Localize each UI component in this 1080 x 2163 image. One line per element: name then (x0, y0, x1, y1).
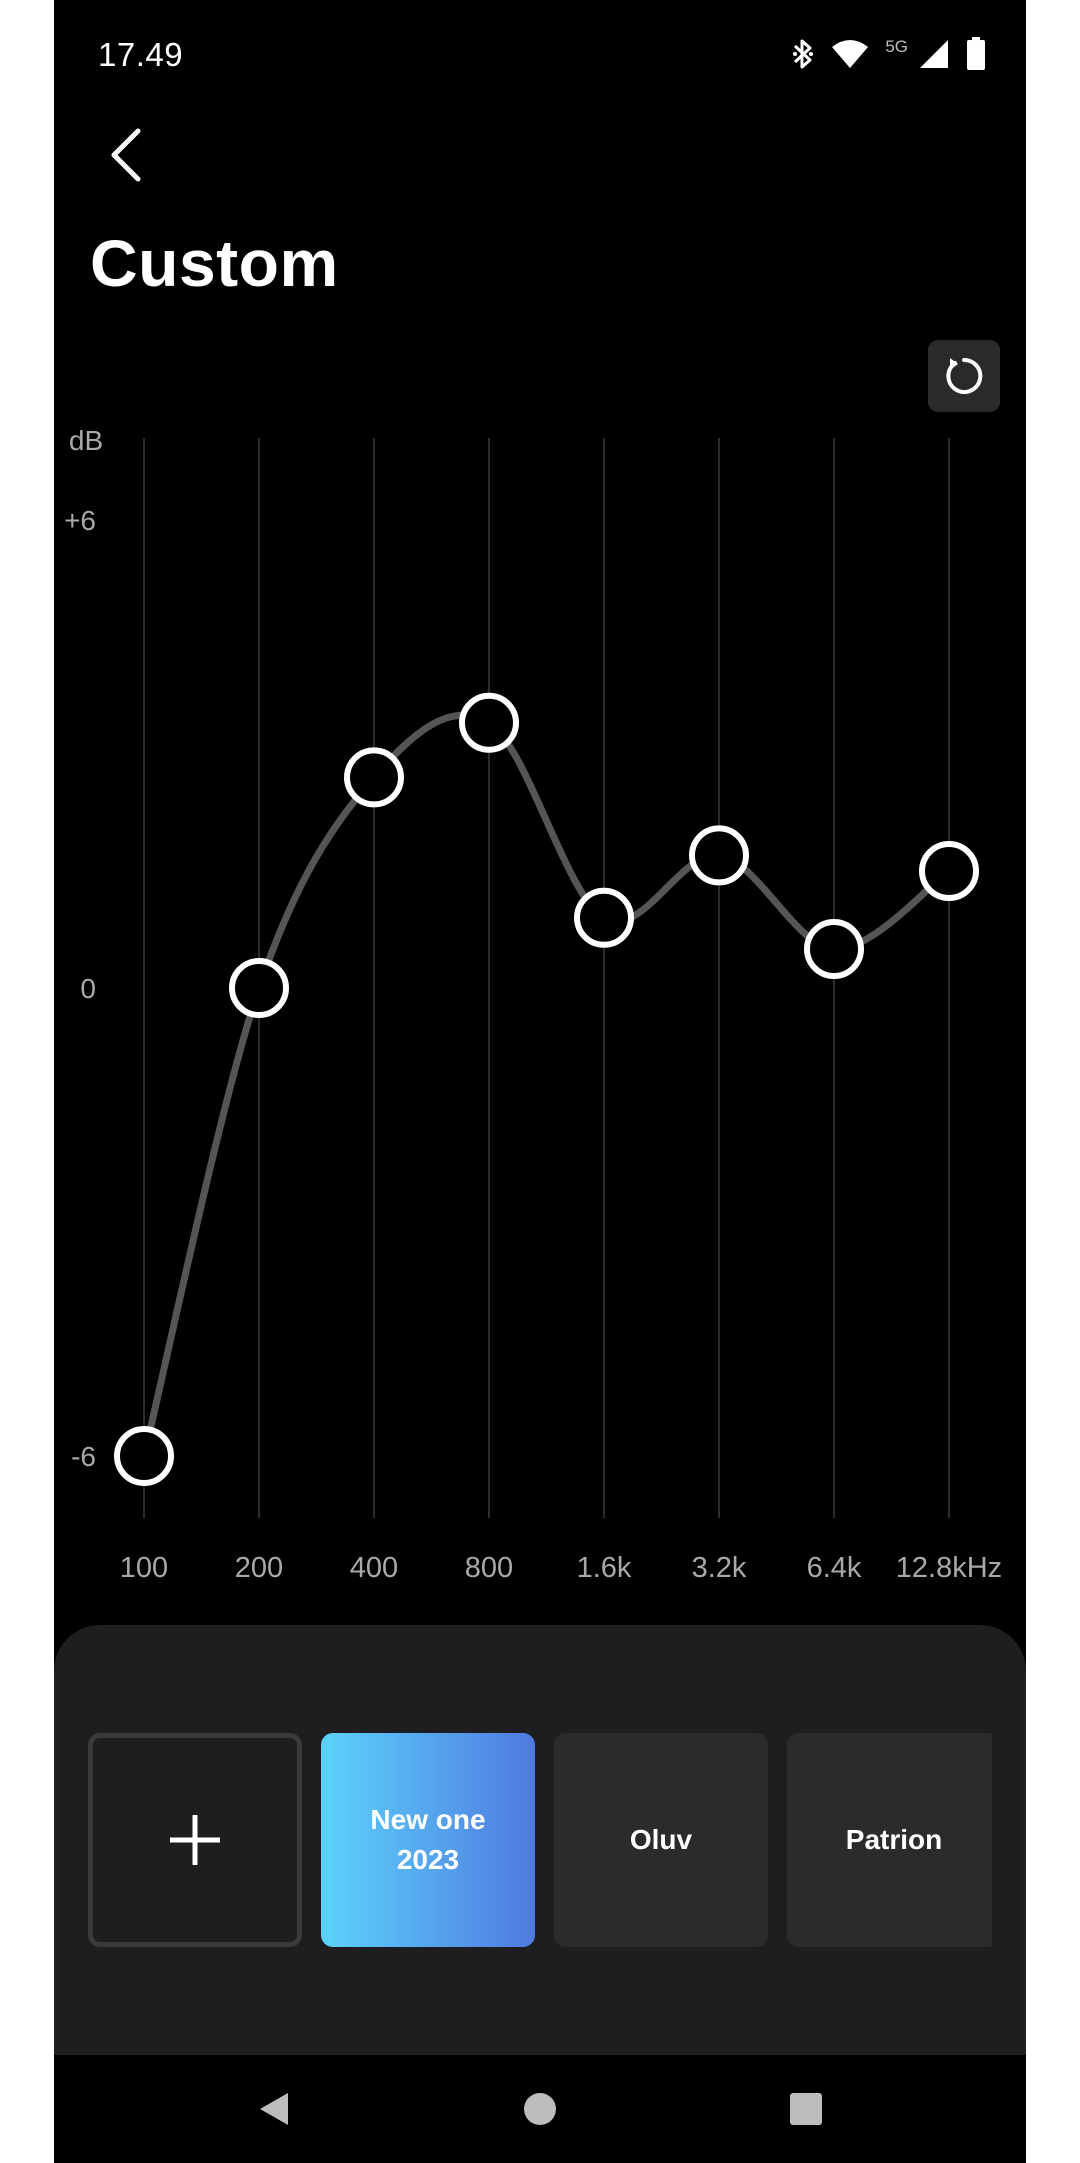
recents-square-icon (790, 2093, 822, 2125)
network-type-label: 5G (885, 37, 908, 56)
eq-band-handle[interactable] (919, 841, 979, 901)
nav-recents-button[interactable] (778, 2081, 834, 2137)
wifi-icon (831, 39, 869, 74)
y-tick-label: +6 (64, 505, 96, 536)
y-tick-label: 0 (80, 973, 96, 1004)
eq-band-handle[interactable] (114, 1426, 174, 1486)
chevron-left-icon (111, 128, 141, 182)
eq-band-handle[interactable] (459, 692, 519, 753)
plus-icon (170, 1815, 220, 1865)
reset-button[interactable] (928, 340, 1000, 412)
eq-band-handle[interactable] (689, 825, 749, 886)
phone-screen: 17.49 5G Custom dB +6 0 -6 100 200 400 8… (54, 0, 1026, 2163)
system-nav-bar (54, 2055, 1026, 2163)
y-tick-label: -6 (71, 1441, 96, 1472)
preset-panel: New one 2023 Oluv Patrion (54, 1625, 1026, 2055)
status-time: 17.49 (98, 36, 184, 73)
signal-icon (918, 38, 950, 75)
eq-band-handle[interactable] (804, 919, 864, 979)
back-triangle-icon (260, 2093, 288, 2125)
refresh-icon (946, 357, 983, 394)
preset-tile[interactable]: New one 2023 (321, 1733, 535, 1947)
nav-home-button[interactable] (512, 2081, 568, 2137)
x-tick-label: 3.2k (692, 1552, 747, 1584)
status-icons: 5G (791, 34, 986, 78)
x-tick-label: 800 (465, 1552, 513, 1584)
status-bar: 17.49 5G (54, 0, 1026, 110)
nav-back-button[interactable] (246, 2081, 302, 2137)
eq-curve (140, 711, 953, 1460)
x-tick-label: 200 (235, 1552, 283, 1584)
bluetooth-icon (791, 37, 815, 76)
x-tick-label: 100 (120, 1552, 168, 1584)
preset-tile[interactable]: Patrion (787, 1733, 992, 1947)
equalizer-chart[interactable]: dB +6 0 -6 100 200 400 800 1.6k 3.2k 6.4k 12.8kHz (54, 420, 1026, 1600)
y-axis-label: dB (69, 425, 103, 456)
preset-tile[interactable]: Oluv (554, 1733, 768, 1947)
back-button[interactable] (94, 120, 158, 190)
add-preset-button[interactable] (88, 1733, 302, 1947)
home-circle-icon (524, 2093, 556, 2125)
x-tick-label: 1.6k (577, 1552, 632, 1584)
eq-band-handle[interactable] (344, 747, 404, 808)
x-tick-label: 6.4k (807, 1552, 862, 1584)
x-tick-label: 400 (350, 1552, 398, 1584)
preset-list: New one 2023 Oluv Patrion (88, 1733, 992, 1947)
page-title: Custom (90, 226, 339, 300)
eq-band-handle[interactable] (574, 887, 634, 948)
x-tick-label: 12.8kHz (896, 1552, 1002, 1584)
battery-icon (966, 36, 986, 76)
eq-band-handle[interactable] (229, 958, 289, 1018)
